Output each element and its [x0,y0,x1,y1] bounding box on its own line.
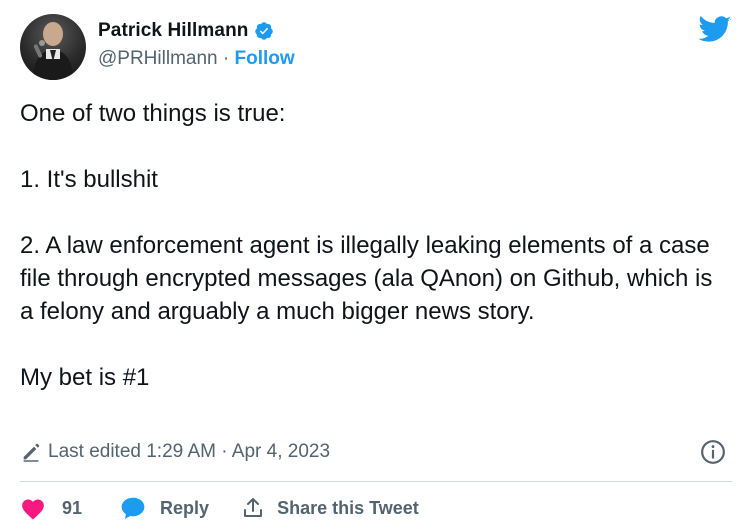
reply-label: Reply [160,497,210,518]
share-icon [244,498,263,517]
divider [20,481,732,482]
tweet-line: My bet is #1 [20,364,150,391]
like-button[interactable]: 91 [20,496,82,520]
author-name[interactable]: Patrick Hillmann [98,20,248,42]
avatar[interactable] [20,14,86,80]
tweet-text: One of two things is true: 1. It's bulls… [20,97,732,394]
share-button[interactable]: Share this Tweet [241,496,419,520]
tweet-card: Patrick Hillmann @PRHillmann · Follow On… [0,0,752,531]
info-icon[interactable] [700,439,726,465]
heart-icon [22,499,44,520]
reply-bubble-icon [121,497,145,519]
pencil-icon [23,443,40,462]
edited-timestamp[interactable]: Last edited 1:29 AM · Apr 4, 2023 [48,441,330,463]
line-break [20,328,732,361]
tweet-line: 1. It's bullshit [20,166,158,193]
author-handle[interactable]: @PRHillmann [98,48,218,69]
edited-row: Last edited 1:29 AM · Apr 4, 2023 [20,437,732,467]
line-break [20,130,732,163]
like-count: 91 [62,497,83,518]
action-bar: 91 Reply Share this Tweet [20,492,419,524]
tweet-line: 2. A law enforcement agent is illegally … [20,232,713,325]
verified-badge-icon [255,22,274,40]
line-break [20,196,732,229]
author-block: Patrick Hillmann @PRHillmann · Follow [98,20,295,70]
reply-button[interactable]: Reply [120,496,209,520]
twitter-bird-icon[interactable] [698,16,732,44]
tweet-header: Patrick Hillmann @PRHillmann · Follow [20,14,732,80]
tweet-line: One of two things is true: [20,100,286,127]
share-label: Share this Tweet [277,497,419,518]
follow-button[interactable]: Follow [235,48,295,69]
separator: · [217,48,235,69]
handle-row: @PRHillmann · Follow [98,48,295,70]
